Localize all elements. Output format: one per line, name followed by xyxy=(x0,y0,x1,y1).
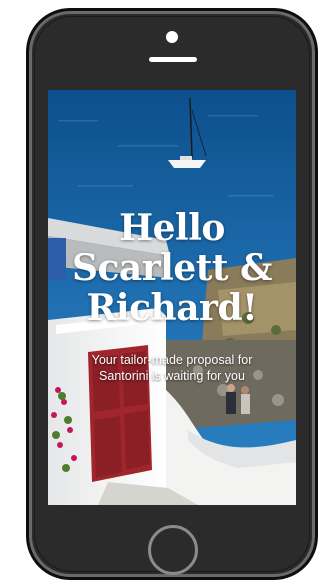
greeting-subtitle: Your tailor-made proposal for Santorini … xyxy=(91,353,253,383)
camera-icon xyxy=(166,31,178,43)
speaker-icon xyxy=(149,57,197,62)
home-button[interactable] xyxy=(148,525,198,575)
proposal-screen: Hello Scarlett & Richard! Your tailor-ma… xyxy=(48,90,296,505)
greeting-title: Hello Scarlett & Richard! xyxy=(71,207,273,329)
